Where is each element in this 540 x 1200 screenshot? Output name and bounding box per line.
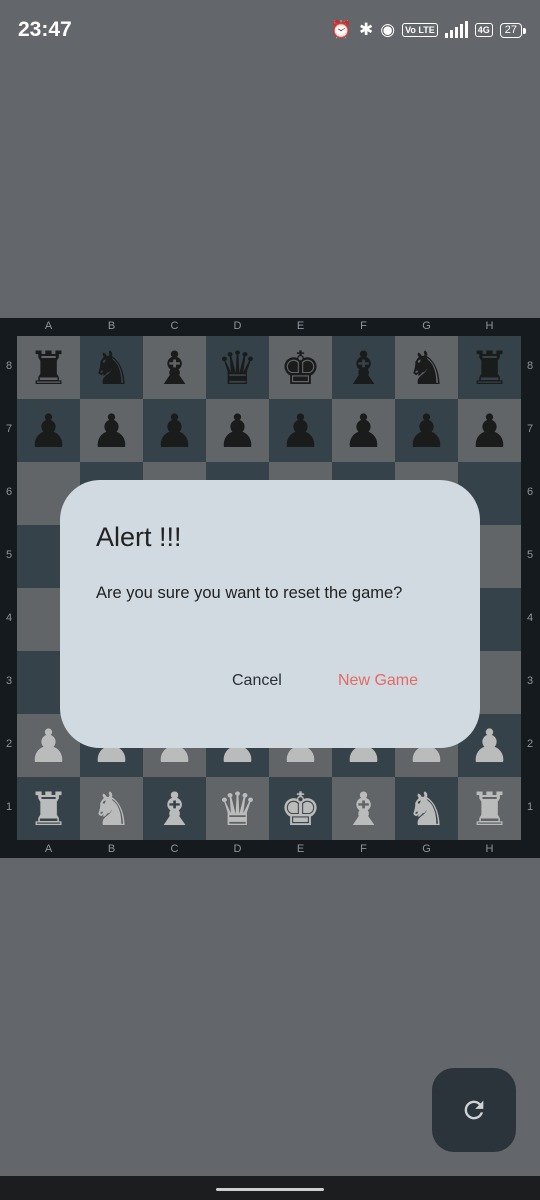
file-label-b: B	[107, 320, 116, 332]
rank-label-3: 3	[526, 675, 534, 687]
rank-label-8: 8	[5, 360, 13, 372]
reset-dialog: Alert !!! Are you sure you want to reset…	[60, 480, 480, 748]
file-labels-bottom: A B C D E F G H	[17, 843, 521, 855]
rank-label-3: 3	[5, 675, 13, 687]
file-label-c: C	[170, 320, 179, 332]
file-label-f: F	[360, 320, 367, 332]
status-time: 23:47	[18, 18, 72, 41]
home-handle[interactable]	[216, 1188, 324, 1191]
battery-icon: 27	[499, 22, 527, 38]
cancel-button[interactable]: Cancel	[226, 668, 288, 694]
rank-label-1: 1	[5, 801, 13, 813]
alarm-icon: ⏰	[330, 20, 352, 39]
rank-label-6: 6	[5, 486, 13, 498]
file-label-g: G	[422, 843, 431, 855]
file-label-a: A	[44, 843, 53, 855]
file-label-b: B	[107, 843, 116, 855]
file-label-g: G	[422, 320, 431, 332]
signal-icon	[444, 21, 468, 38]
dialog-message: Are you sure you want to reset the game?	[96, 584, 403, 602]
file-label-f: F	[360, 843, 367, 855]
navigation-bar	[0, 1176, 540, 1200]
rank-label-7: 7	[526, 423, 534, 435]
rank-label-2: 2	[5, 738, 13, 750]
rank-label-5: 5	[526, 549, 534, 561]
rank-label-7: 7	[5, 423, 13, 435]
new-game-button[interactable]: New Game	[332, 668, 424, 694]
rank-label-6: 6	[526, 486, 534, 498]
rank-label-8: 8	[526, 360, 534, 372]
bluetooth-icon: ✱	[358, 20, 374, 39]
rank-label-2: 2	[526, 738, 534, 750]
file-label-a: A	[44, 320, 53, 332]
reset-fab-button[interactable]	[432, 1068, 516, 1152]
file-label-d: D	[233, 320, 242, 332]
file-label-c: C	[170, 843, 179, 855]
rank-label-4: 4	[5, 612, 13, 624]
file-label-d: D	[233, 843, 242, 855]
file-labels-top: A B C D E F G H	[17, 320, 521, 332]
status-bar: 23:47 ⏰ ✱ ◉ Vo LTE 4G 27	[0, 0, 540, 60]
rank-label-4: 4	[526, 612, 534, 624]
refresh-icon	[464, 1100, 484, 1120]
rank-label-1: 1	[526, 801, 534, 813]
dialog-title: Alert !!!	[96, 522, 182, 552]
network-4g-icon: 4G	[474, 23, 493, 37]
file-label-e: E	[296, 843, 305, 855]
rank-label-5: 5	[5, 549, 13, 561]
hotspot-icon: ◉	[380, 20, 396, 39]
volte-icon: Vo LTE	[402, 23, 438, 37]
file-label-h: H	[485, 320, 494, 332]
status-icons: ⏰ ✱ ◉ Vo LTE 4G 27	[330, 20, 527, 40]
file-label-e: E	[296, 320, 305, 332]
file-label-h: H	[485, 843, 494, 855]
